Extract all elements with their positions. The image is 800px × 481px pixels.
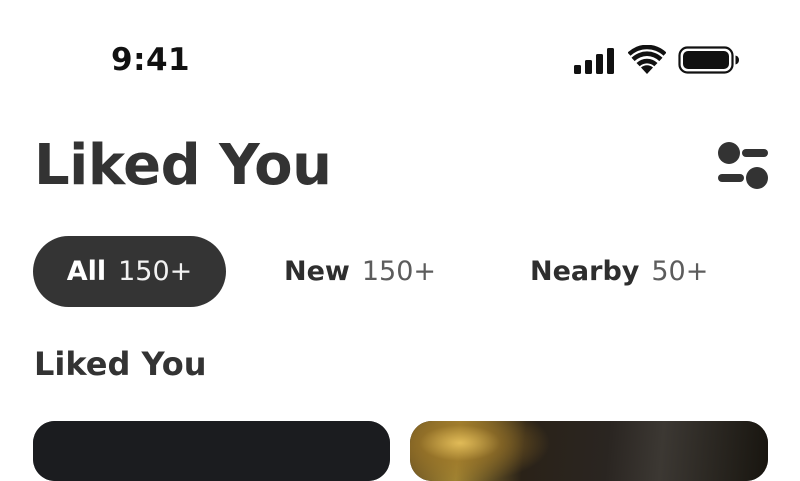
filter-icon (718, 142, 768, 189)
tab-all[interactable]: All 150+ (33, 236, 226, 307)
filter-tabs: All 150+ New 150+ Nearby 50+ (33, 236, 773, 307)
profile-photo (33, 421, 390, 481)
section-heading: Liked You (34, 345, 207, 383)
tab-new-count: 150+ (361, 256, 437, 287)
tab-nearby-label: Nearby (530, 256, 640, 287)
status-icons (572, 44, 739, 76)
filter-button[interactable] (712, 138, 774, 194)
profile-card[interactable] (410, 421, 768, 481)
tab-new[interactable]: New 150+ (284, 236, 436, 307)
tab-nearby-count: 50+ (651, 256, 709, 287)
tab-all-count: 150+ (118, 256, 193, 287)
status-bar: 9:41 (0, 0, 800, 120)
wifi-icon (628, 45, 666, 74)
tab-new-label: New (284, 256, 350, 287)
profile-card[interactable] (33, 421, 390, 481)
tab-all-label: All (66, 256, 107, 287)
battery-icon (678, 46, 739, 74)
status-time: 9:41 (111, 42, 191, 78)
page-title: Liked You (34, 133, 332, 198)
profile-photo (410, 421, 768, 481)
tab-nearby[interactable]: Nearby 50+ (530, 236, 708, 307)
signal-icon (574, 48, 614, 74)
